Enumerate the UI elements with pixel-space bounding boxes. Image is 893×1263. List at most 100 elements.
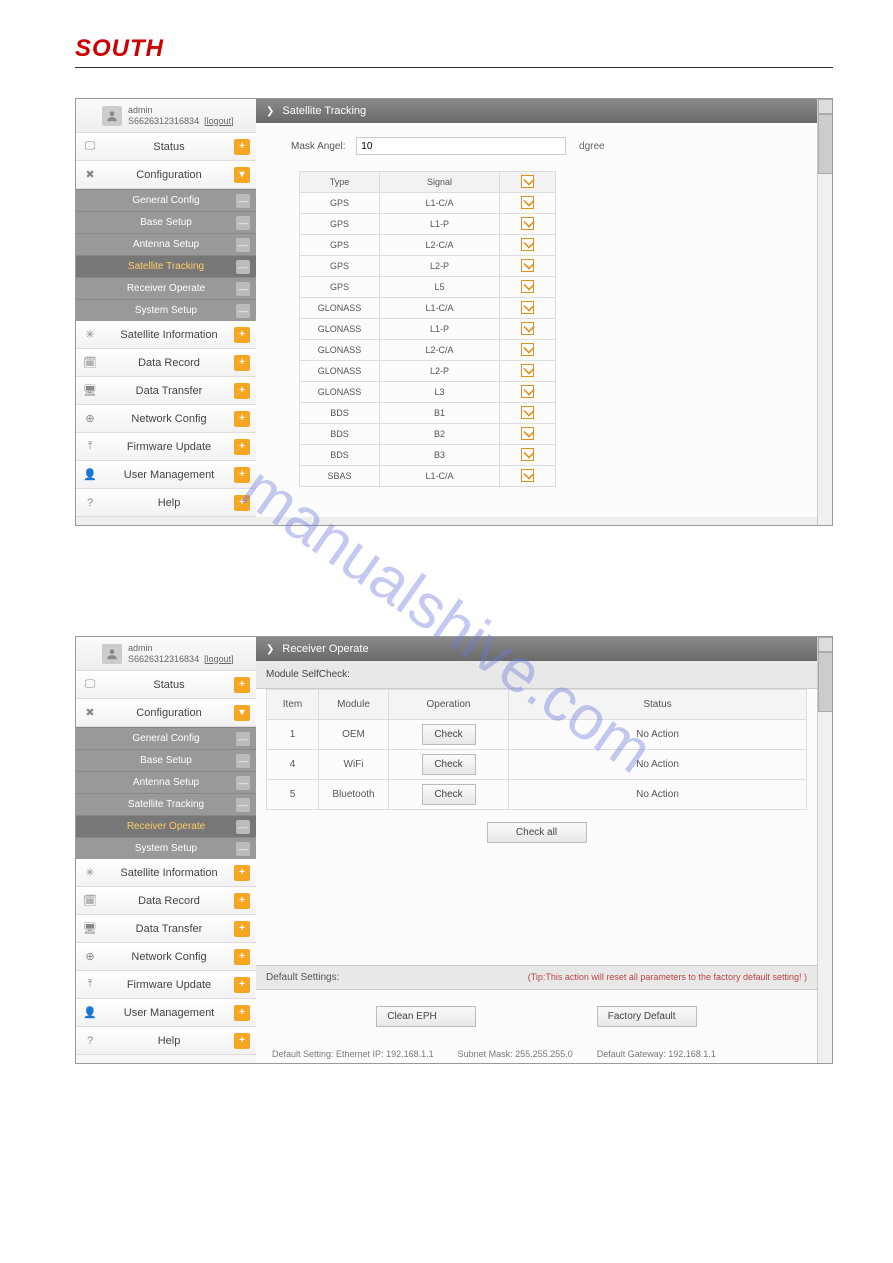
expand-icon[interactable]: + xyxy=(234,865,250,881)
default-settings-bar: Default Settings: (Tip:This action will … xyxy=(256,965,817,990)
sidebar-item-network[interactable]: ⊕ Network Config + xyxy=(76,405,256,433)
row-checkbox[interactable] xyxy=(521,406,534,419)
submenu-receiver-operate[interactable]: Receiver Operate— xyxy=(76,277,256,299)
scrollbar[interactable] xyxy=(817,637,832,1063)
submenu-antenna-setup[interactable]: Antenna Setup— xyxy=(76,771,256,793)
expand-icon[interactable]: + xyxy=(234,383,250,399)
sidebar-item-datatransfer[interactable]: 🖥 Data Transfer + xyxy=(76,915,256,943)
check-button[interactable]: Check xyxy=(422,784,476,805)
cell-signal: B1 xyxy=(380,403,500,424)
submenu-general-config[interactable]: General Config— xyxy=(76,727,256,749)
check-button[interactable]: Check xyxy=(422,754,476,775)
expand-icon[interactable]: + xyxy=(234,977,250,993)
row-checkbox[interactable] xyxy=(521,217,534,230)
expand-icon[interactable]: + xyxy=(234,439,250,455)
cell-signal: L1-C/A xyxy=(380,193,500,214)
table-row: GPSL2-P xyxy=(300,256,556,277)
submenu-antenna-setup[interactable]: Antenna Setup— xyxy=(76,233,256,255)
sidebar-item-datatransfer[interactable]: 🖥 Data Transfer + xyxy=(76,377,256,405)
row-checkbox[interactable] xyxy=(521,427,534,440)
logout-link[interactable]: [logout] xyxy=(204,116,234,126)
check-all-button[interactable]: Check all xyxy=(487,822,587,843)
sidebar-item-firmware[interactable]: ⤒ Firmware Update + xyxy=(76,971,256,999)
expand-icon[interactable]: + xyxy=(234,467,250,483)
sidebar-item-status[interactable]: 🖵 Status + xyxy=(76,671,256,699)
check-button[interactable]: Check xyxy=(422,724,476,745)
cell-item: 5 xyxy=(267,780,319,810)
sidebar-item-status[interactable]: 🖵 Status + xyxy=(76,133,256,161)
row-checkbox[interactable] xyxy=(521,385,534,398)
row-checkbox[interactable] xyxy=(521,322,534,335)
cell-signal: B3 xyxy=(380,445,500,466)
expand-icon[interactable]: + xyxy=(234,411,250,427)
sidebar-item-help[interactable]: ? Help + xyxy=(76,1027,256,1055)
table-row: GPSL5 xyxy=(300,277,556,298)
expand-icon[interactable]: + xyxy=(234,139,250,155)
module-table: Item Module Operation Status 1OEMCheckNo… xyxy=(266,689,807,810)
submenu-receiver-operate[interactable]: Receiver Operate— xyxy=(76,815,256,837)
col-operation: Operation xyxy=(389,690,509,720)
scrollbar[interactable] xyxy=(817,99,832,525)
satellite-icon: ✳ xyxy=(76,328,104,341)
sidebar: admin S6626312316834 [logout] 🖵 Status +… xyxy=(76,99,256,517)
content-panel: ❯ Satellite Tracking Mask Angel: dgree T… xyxy=(256,99,817,517)
expand-icon[interactable]: + xyxy=(234,949,250,965)
sidebar-item-datarecord[interactable]: 🗓 Data Record + xyxy=(76,887,256,915)
logout-link[interactable]: [logout] xyxy=(204,654,234,664)
clean-eph-button[interactable]: Clean EPH xyxy=(376,1006,476,1027)
sidebar-item-users[interactable]: 👤 User Management + xyxy=(76,999,256,1027)
screenshot-satellite-tracking: WELCOME admin S6626312316834 [logout] � xyxy=(75,98,833,526)
sidebar-item-configuration[interactable]: ✖ Configuration ▾ xyxy=(76,699,256,727)
submenu-satellite-tracking[interactable]: Satellite Tracking— xyxy=(76,793,256,815)
submenu-base-setup[interactable]: Base Setup— xyxy=(76,211,256,233)
sidebar-item-help[interactable]: ? Help + xyxy=(76,489,256,517)
row-checkbox[interactable] xyxy=(521,238,534,251)
factory-default-button[interactable]: Factory Default xyxy=(597,1006,697,1027)
users-icon: 👤 xyxy=(76,1006,104,1019)
user-avatar-icon xyxy=(102,644,122,664)
row-checkbox[interactable] xyxy=(521,364,534,377)
row-checkbox[interactable] xyxy=(521,448,534,461)
sidebar-item-configuration[interactable]: ✖ Configuration ▾ xyxy=(76,161,256,189)
cell-module: OEM xyxy=(319,720,389,750)
submenu-base-setup[interactable]: Base Setup— xyxy=(76,749,256,771)
expand-icon[interactable]: + xyxy=(234,495,250,511)
row-checkbox[interactable] xyxy=(521,343,534,356)
expand-icon[interactable]: + xyxy=(234,893,250,909)
expand-icon[interactable]: + xyxy=(234,1033,250,1049)
mask-angle-input[interactable] xyxy=(356,137,566,155)
sidebar-item-datarecord[interactable]: 🗓 Data Record + xyxy=(76,349,256,377)
expand-icon[interactable]: + xyxy=(234,355,250,371)
globe-icon: ⊕ xyxy=(76,412,104,425)
table-row: BDSB3 xyxy=(300,445,556,466)
row-checkbox[interactable] xyxy=(521,280,534,293)
panel-header: ❯ Satellite Tracking xyxy=(256,99,817,123)
sidebar-item-network[interactable]: ⊕ Network Config + xyxy=(76,943,256,971)
header-checkbox[interactable] xyxy=(521,175,534,188)
expand-icon[interactable]: + xyxy=(234,1005,250,1021)
expand-icon[interactable]: + xyxy=(234,677,250,693)
row-checkbox[interactable] xyxy=(521,196,534,209)
sidebar-item-satinfo[interactable]: ✳ Satellite Information + xyxy=(76,321,256,349)
cell-type: GLONASS xyxy=(300,340,380,361)
expand-icon[interactable]: + xyxy=(234,327,250,343)
expand-icon[interactable]: + xyxy=(234,921,250,937)
table-row: GPSL1-P xyxy=(300,214,556,235)
sidebar-item-users[interactable]: 👤 User Management + xyxy=(76,461,256,489)
user-box: admin S6626312316834 [logout] xyxy=(76,99,256,133)
sidebar-item-firmware[interactable]: ⤒ Firmware Update + xyxy=(76,433,256,461)
submenu-system-setup[interactable]: System Setup— xyxy=(76,837,256,859)
col-check xyxy=(500,172,556,193)
row-checkbox[interactable] xyxy=(521,469,534,482)
submenu-system-setup[interactable]: System Setup— xyxy=(76,299,256,321)
collapse-icon[interactable]: ▾ xyxy=(234,167,250,183)
row-checkbox[interactable] xyxy=(521,259,534,272)
submenu-general-config[interactable]: General Config— xyxy=(76,189,256,211)
col-signal: Signal xyxy=(380,172,500,193)
collapse-icon[interactable]: ▾ xyxy=(234,705,250,721)
mask-angle-label: Mask Angel: xyxy=(291,141,345,152)
submenu-satellite-tracking[interactable]: Satellite Tracking— xyxy=(76,255,256,277)
row-checkbox[interactable] xyxy=(521,301,534,314)
cell-signal: L5 xyxy=(380,277,500,298)
sidebar-item-satinfo[interactable]: ✳ Satellite Information + xyxy=(76,859,256,887)
